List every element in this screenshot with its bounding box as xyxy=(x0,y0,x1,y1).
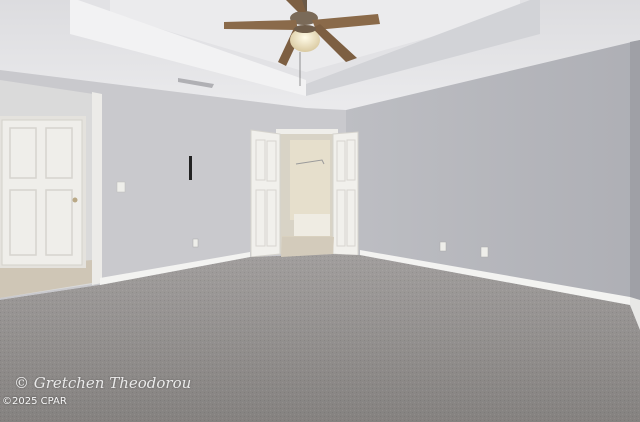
closet-door xyxy=(1,119,83,266)
doorway-frame-top xyxy=(276,129,338,134)
outlet xyxy=(439,241,447,252)
far-right-wall xyxy=(630,40,640,335)
bath-tub xyxy=(294,214,330,236)
doorway-floor xyxy=(281,237,334,257)
photographer-signature: © Gretchen Theodorou xyxy=(14,374,192,392)
outlet xyxy=(192,238,199,248)
outlet xyxy=(480,246,489,258)
thermostat-wire xyxy=(189,156,192,180)
closet-trim xyxy=(92,92,102,285)
light-switch xyxy=(116,181,126,193)
copyright-text: ©2025 CPAR xyxy=(2,396,67,407)
room-illustration xyxy=(0,0,640,422)
room-photo: © Gretchen Theodorou ©2025 CPAR xyxy=(0,0,640,422)
bath-interior-wall xyxy=(290,140,330,220)
closet-door-knob xyxy=(72,197,78,203)
